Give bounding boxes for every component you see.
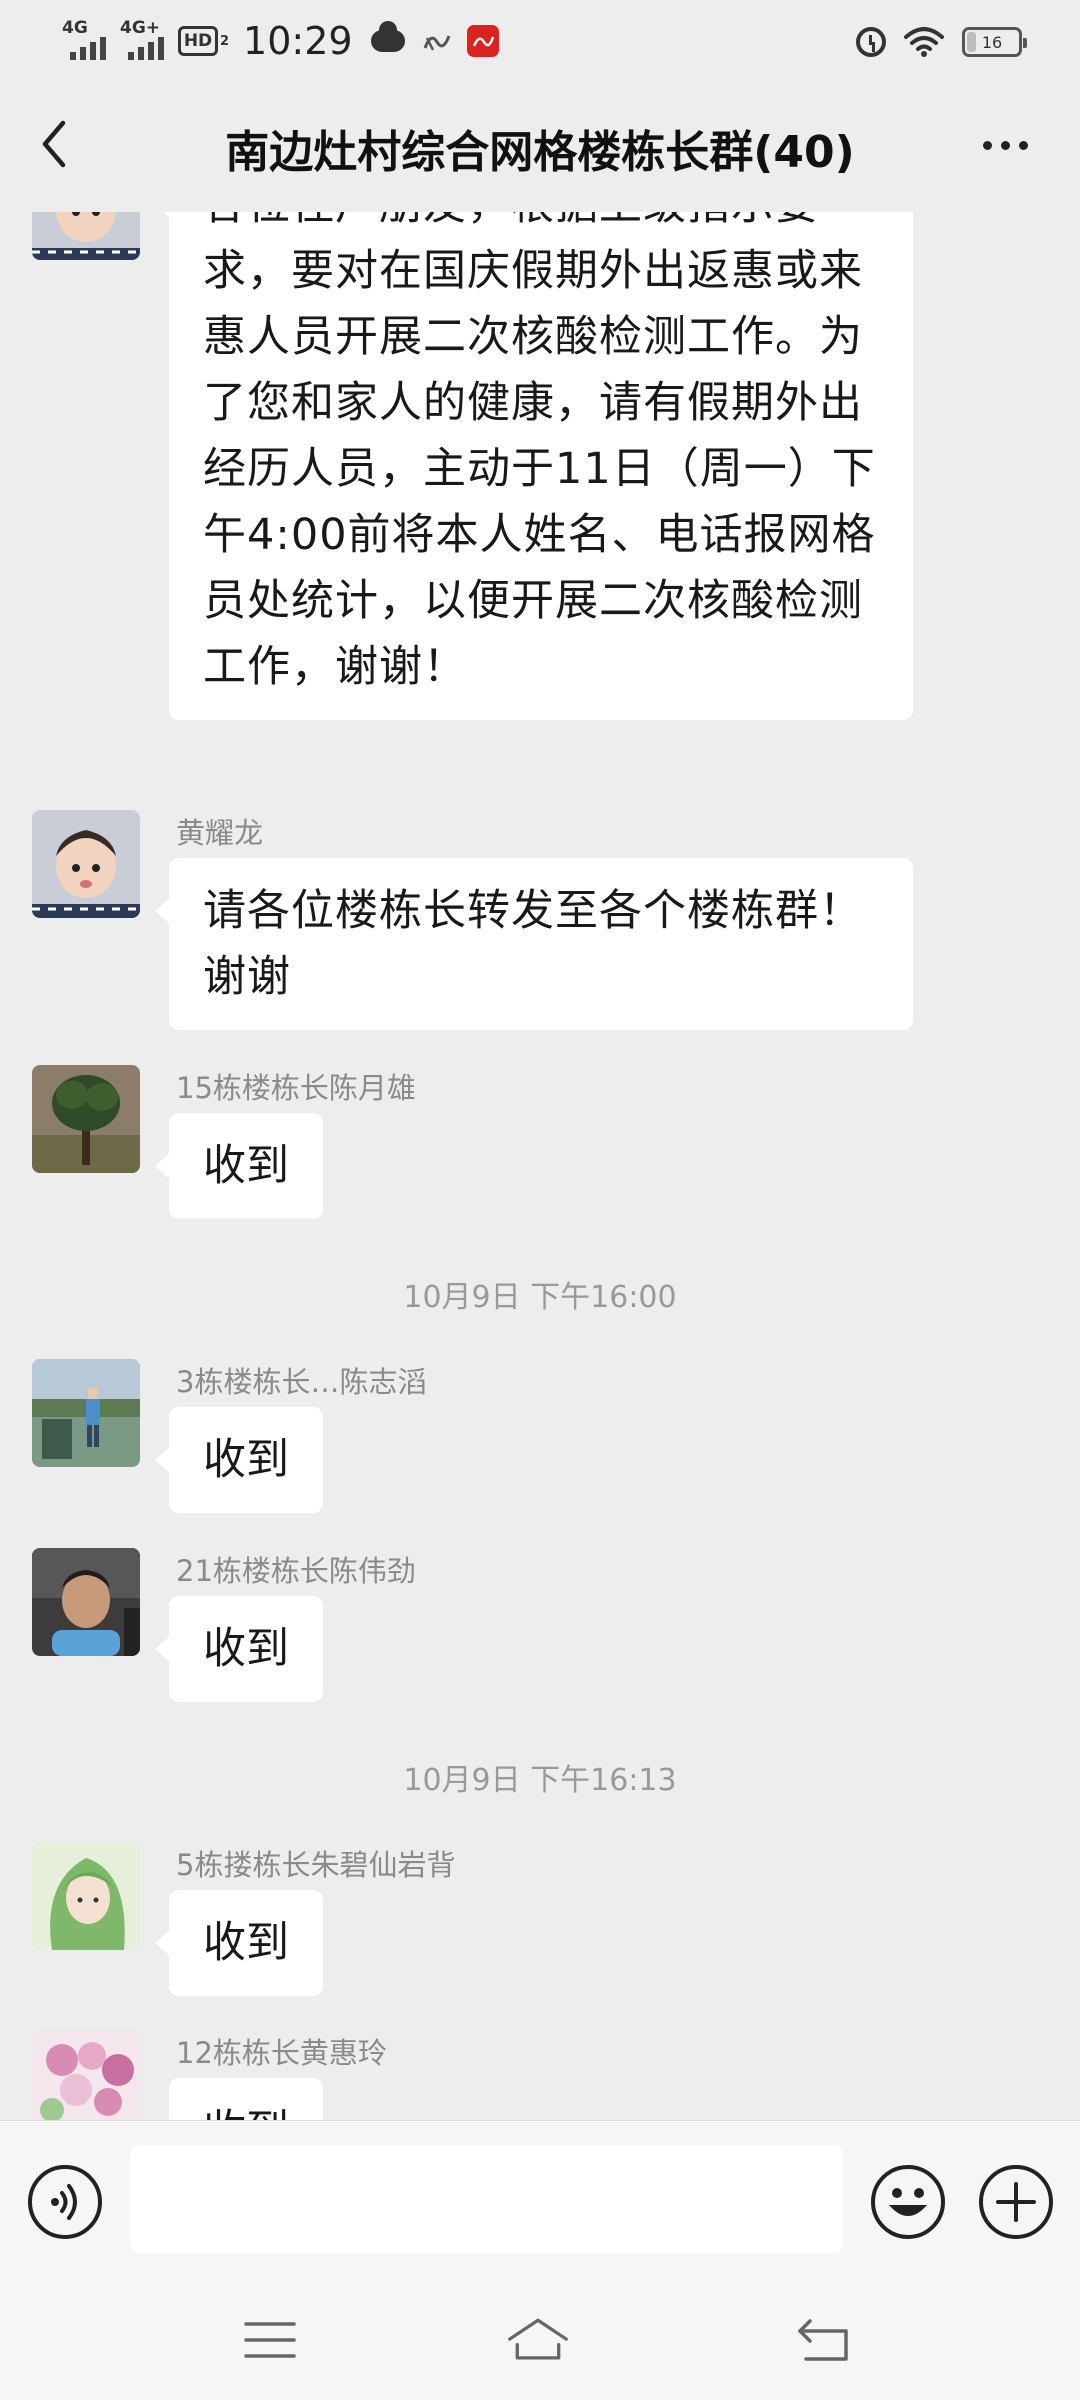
avatar[interactable] xyxy=(32,1359,140,1467)
avatar[interactable] xyxy=(32,810,140,918)
message-bubble[interactable]: 各位住户朋友，根据上级指示要求，要对在国庆假期外出返惠或来惠人员开展二次核酸检测… xyxy=(155,212,913,720)
status-right: 16 xyxy=(856,22,1027,62)
voice-icon xyxy=(51,2184,77,2220)
status-bar: 4G 4G+ HD 2 10:29 16 xyxy=(0,0,1080,84)
input-bar xyxy=(0,2120,1080,2280)
signal-2-icon: 4G+ xyxy=(120,20,170,62)
plus-icon xyxy=(996,2182,1036,2222)
plus-button[interactable] xyxy=(979,2165,1053,2239)
menu-button[interactable] xyxy=(238,2308,302,2372)
sender-name: 3栋楼栋长…陈志滔 xyxy=(176,1365,427,1399)
sender-name: 黄耀龙 xyxy=(176,816,264,850)
message-bubble[interactable]: 收到 xyxy=(155,1596,323,1702)
chat-title: 南边灶村综合网格楼栋长群(40) xyxy=(225,127,855,178)
avatar[interactable] xyxy=(32,1548,140,1656)
hd-sub-label: 2 xyxy=(220,33,230,49)
hd-label: HD xyxy=(183,31,213,51)
message-text: 收到 xyxy=(203,1624,289,1674)
sender-name: 15栋楼栋长陈月雄 xyxy=(176,1071,416,1105)
message-bubble[interactable]: 收到 xyxy=(155,1407,323,1513)
message-text: 收到 xyxy=(203,1141,289,1191)
battery-fill xyxy=(967,32,976,52)
message-bubble[interactable]: 收到 xyxy=(155,1890,323,1996)
menu-icon xyxy=(244,2322,296,2358)
status-left: 4G 4G+ HD 2 10:29 xyxy=(62,16,499,66)
more-dots-icon xyxy=(982,140,992,150)
return-button[interactable] xyxy=(792,2308,856,2372)
sender-name: 5栋搂栋长朱碧仙岩背 xyxy=(176,1848,456,1882)
avatar[interactable] xyxy=(32,1842,140,1950)
status-time: 10:29 xyxy=(243,19,353,63)
avatar[interactable] xyxy=(32,212,140,260)
alarm-icon xyxy=(856,27,886,57)
message-input[interactable] xyxy=(130,2145,843,2253)
message-text: 收到 xyxy=(203,1918,289,1968)
home-icon xyxy=(508,2318,568,2360)
sender-name: 21栋楼栋长陈伟劲 xyxy=(176,1554,416,1588)
emoji-icon xyxy=(889,2188,927,2216)
chat-header: 南边灶村综合网格楼栋长群(40) xyxy=(0,84,1080,212)
battery-icon: 16 xyxy=(962,27,1027,57)
emoji-button[interactable] xyxy=(871,2165,945,2239)
sender-name: 12栋栋长黄惠玲 xyxy=(176,2036,387,2070)
battery-percent: 16 xyxy=(981,32,1003,52)
cloud-icon xyxy=(370,21,405,52)
signal-1-icon: 4G xyxy=(62,20,112,62)
chat-message-list[interactable]: 各位住户朋友，根据上级指示要求，要对在国庆假期外出返惠或来惠人员开展二次核酸检测… xyxy=(0,212,1080,2120)
message-bubble[interactable]: 收到 xyxy=(155,2078,323,2120)
network-type-1: 4G xyxy=(62,18,88,38)
message-text: 各位住户朋友，根据上级指示要求，要对在国庆假期外出返惠或来惠人员开展二次核酸检测… xyxy=(203,212,876,692)
system-navigation-bar xyxy=(0,2280,1080,2400)
message-text: 请各位楼栋长转发至各个楼栋群！谢谢 xyxy=(203,886,863,1002)
message-bubble[interactable]: 请各位楼栋长转发至各个楼栋群！谢谢 xyxy=(155,858,913,1030)
xuexi-app-icon xyxy=(421,26,451,56)
back-button[interactable] xyxy=(28,114,80,174)
message-bubble[interactable]: 收到 xyxy=(155,1113,323,1219)
home-button[interactable] xyxy=(506,2308,570,2372)
back-arrow-icon xyxy=(42,120,66,168)
time-divider: 10月9日 下午16:13 xyxy=(403,1763,677,1798)
hd-icon: HD xyxy=(178,26,218,56)
return-icon xyxy=(798,2319,848,2361)
message-text: 收到 xyxy=(203,2106,289,2120)
wifi-icon xyxy=(904,27,944,57)
time-divider: 10月9日 下午16:00 xyxy=(403,1280,677,1315)
voice-button[interactable] xyxy=(28,2165,102,2239)
xuexi-red-icon xyxy=(466,25,499,57)
message-text: 收到 xyxy=(203,1435,289,1485)
avatar[interactable] xyxy=(32,2030,140,2120)
avatar[interactable] xyxy=(32,1065,140,1173)
more-button[interactable] xyxy=(970,120,1040,170)
network-type-2: 4G+ xyxy=(120,18,161,38)
